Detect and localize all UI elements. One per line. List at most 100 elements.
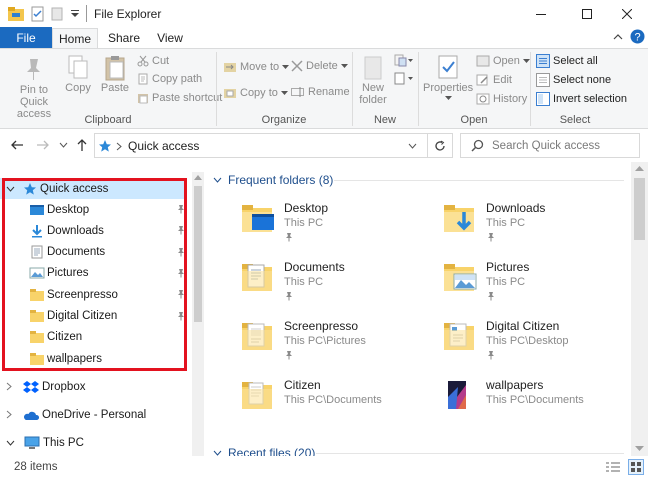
large-icons-view-button[interactable]	[628, 459, 644, 475]
folder-tile[interactable]: wallpapers This PC\Documents	[442, 375, 632, 429]
nav-dropbox[interactable]: Dropbox	[0, 376, 186, 397]
scroll-up-arrow-icon[interactable]	[635, 166, 644, 171]
breadcrumb-chevron-icon[interactable]	[116, 142, 122, 151]
open-label: Open	[493, 55, 520, 67]
frequent-folders-header[interactable]: Frequent folders (8)	[213, 173, 333, 187]
copy-path-button[interactable]: Copy path	[137, 73, 202, 85]
copy-label: Copy	[65, 82, 91, 94]
forward-arrow-icon[interactable]	[36, 139, 50, 151]
folder-tile[interactable]: Citizen This PC\Documents	[240, 375, 430, 429]
address-history-chevron-icon[interactable]	[408, 143, 417, 149]
folder-name: Screenpresso	[284, 319, 359, 333]
copy-button[interactable]: Copy	[62, 54, 94, 98]
details-view-icon[interactable]	[606, 461, 620, 473]
folder-tile[interactable]: Desktop This PC	[240, 198, 430, 252]
refresh-button[interactable]	[427, 133, 453, 158]
folder-tile[interactable]: Pictures This PC	[442, 257, 632, 311]
invert-selection-label: Invert selection	[553, 93, 627, 105]
pin-to-quick-access-button[interactable]: Pin to Quick access	[6, 54, 62, 120]
search-icon	[471, 139, 484, 152]
nav-label: This PC	[43, 436, 84, 449]
folder-path: This PC	[284, 217, 324, 229]
edit-button[interactable]: Edit	[476, 74, 512, 86]
rename-button[interactable]: Rename	[291, 86, 350, 98]
invert-selection-icon	[536, 92, 550, 106]
expanded-chevron-icon[interactable]	[6, 440, 15, 446]
folder-name: Pictures	[486, 260, 530, 274]
select-all-label: Select all	[553, 55, 598, 67]
folder-tile[interactable]: Digital Citizen This PC\Desktop	[442, 316, 632, 370]
collapsed-chevron-icon[interactable]	[6, 410, 12, 419]
nav-this-pc[interactable]: This PC	[0, 432, 186, 453]
edit-icon	[476, 74, 488, 86]
folder-path: This PC\Documents	[486, 394, 584, 406]
delete-label: Delete	[306, 60, 338, 72]
cut-button[interactable]: Cut	[137, 55, 169, 67]
folder-tile[interactable]: Documents This PC	[240, 257, 430, 311]
properties-button[interactable]: Properties	[423, 54, 473, 110]
help-icon[interactable]: ?	[630, 29, 645, 44]
delete-x-icon	[291, 60, 303, 72]
tab-file[interactable]: File	[0, 27, 52, 49]
search-input[interactable]: Search Quick access	[460, 133, 640, 158]
move-to-button[interactable]: Move to	[223, 60, 290, 74]
select-none-button[interactable]: Select none	[536, 73, 611, 87]
svg-text:?: ?	[634, 32, 640, 44]
rename-label: Rename	[308, 86, 350, 98]
minimize-button[interactable]	[518, 0, 564, 28]
new-folder-quick-icon[interactable]	[50, 6, 64, 22]
folder-path: This PC\Desktop	[486, 335, 569, 347]
collapsed-chevron-icon[interactable]	[6, 382, 12, 391]
move-to-icon	[224, 63, 236, 72]
nav-scrollbar-thumb[interactable]	[194, 186, 202, 322]
history-label: History	[493, 93, 528, 105]
folder-tile[interactable]: Downloads This PC	[442, 198, 632, 252]
pin-icon	[284, 350, 294, 360]
back-arrow-icon[interactable]	[10, 139, 24, 151]
customize-toolbar-icon[interactable]	[70, 9, 80, 19]
edit-label: Edit	[493, 74, 512, 86]
status-bar	[0, 456, 648, 478]
frequent-folders-label: Frequent folders (8)	[228, 173, 334, 187]
easy-access-button[interactable]	[394, 72, 414, 88]
tab-share[interactable]: Share	[102, 28, 146, 48]
up-arrow-icon[interactable]	[76, 138, 88, 152]
scroll-up-arrow-icon[interactable]	[194, 175, 202, 180]
folder-name: Desktop	[284, 201, 329, 215]
open-button[interactable]: Open	[476, 55, 530, 67]
copy-to-button[interactable]: Copy to	[223, 86, 288, 100]
new-folder-large-icon	[360, 54, 386, 82]
folder-name: Digital Citizen	[486, 319, 560, 333]
folder-name: Citizen	[284, 378, 321, 392]
invert-selection-button[interactable]: Invert selection	[536, 92, 627, 106]
folder-path: This PC\Documents	[284, 394, 382, 406]
scroll-down-arrow-icon[interactable]	[635, 446, 644, 451]
content-scrollbar-thumb[interactable]	[634, 178, 645, 240]
new-item-button[interactable]	[394, 54, 414, 70]
computer-icon	[24, 436, 40, 450]
select-all-button[interactable]: Select all	[536, 54, 598, 68]
new-item-icon	[394, 54, 413, 67]
folder-large-icon	[240, 200, 276, 236]
recent-locations-chevron-icon[interactable]	[59, 142, 68, 148]
tab-home[interactable]: Home	[52, 28, 98, 48]
history-icon	[476, 93, 490, 105]
nav-onedrive[interactable]: OneDrive - Personal	[0, 404, 186, 425]
close-button[interactable]	[604, 0, 648, 28]
tab-view[interactable]: View	[150, 28, 190, 48]
folder-name: wallpapers	[486, 378, 544, 392]
new-folder-button[interactable]: New folder	[356, 54, 390, 110]
copy-path-icon	[138, 73, 148, 85]
breadcrumb-location[interactable]: Quick access	[128, 139, 199, 153]
paste-button[interactable]: Paste	[98, 54, 132, 98]
folder-tile[interactable]: Screenpresso This PC\Pictures	[240, 316, 430, 370]
history-button[interactable]: History	[476, 93, 527, 105]
paste-shortcut-button[interactable]: Paste shortcut	[137, 92, 222, 104]
dropdown-arrow-icon	[522, 58, 530, 63]
properties-quick-icon[interactable]	[30, 6, 46, 22]
delete-button[interactable]: Delete	[291, 60, 348, 72]
open-icon	[476, 55, 490, 67]
cut-label: Cut	[152, 55, 170, 67]
expand-ribbon-chevron-icon[interactable]	[612, 31, 624, 43]
folder-large-icon	[442, 200, 478, 236]
